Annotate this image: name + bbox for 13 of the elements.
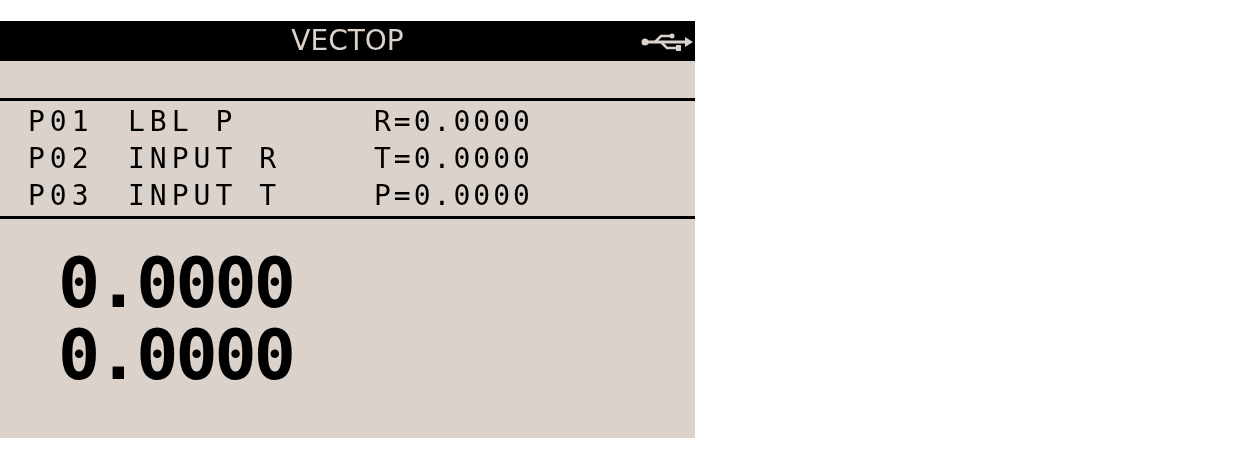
line-number: P02 xyxy=(28,144,95,173)
line-number: P01 xyxy=(28,107,95,136)
program-command: LBL P xyxy=(128,107,239,136)
program-command: INPUT T xyxy=(128,181,282,210)
stack-value: 0.0000 xyxy=(58,253,294,313)
stack-value: 0.0000 xyxy=(58,325,294,385)
variable-value: P=0.0000 xyxy=(374,181,533,210)
variable-value: R=0.0000 xyxy=(374,107,533,136)
variable-value: T=0.0000 xyxy=(374,144,533,173)
line-number: P03 xyxy=(28,181,95,210)
program-command: INPUT R xyxy=(128,144,282,173)
usb-icon xyxy=(641,33,693,51)
window-title: VECTOP xyxy=(291,27,404,55)
